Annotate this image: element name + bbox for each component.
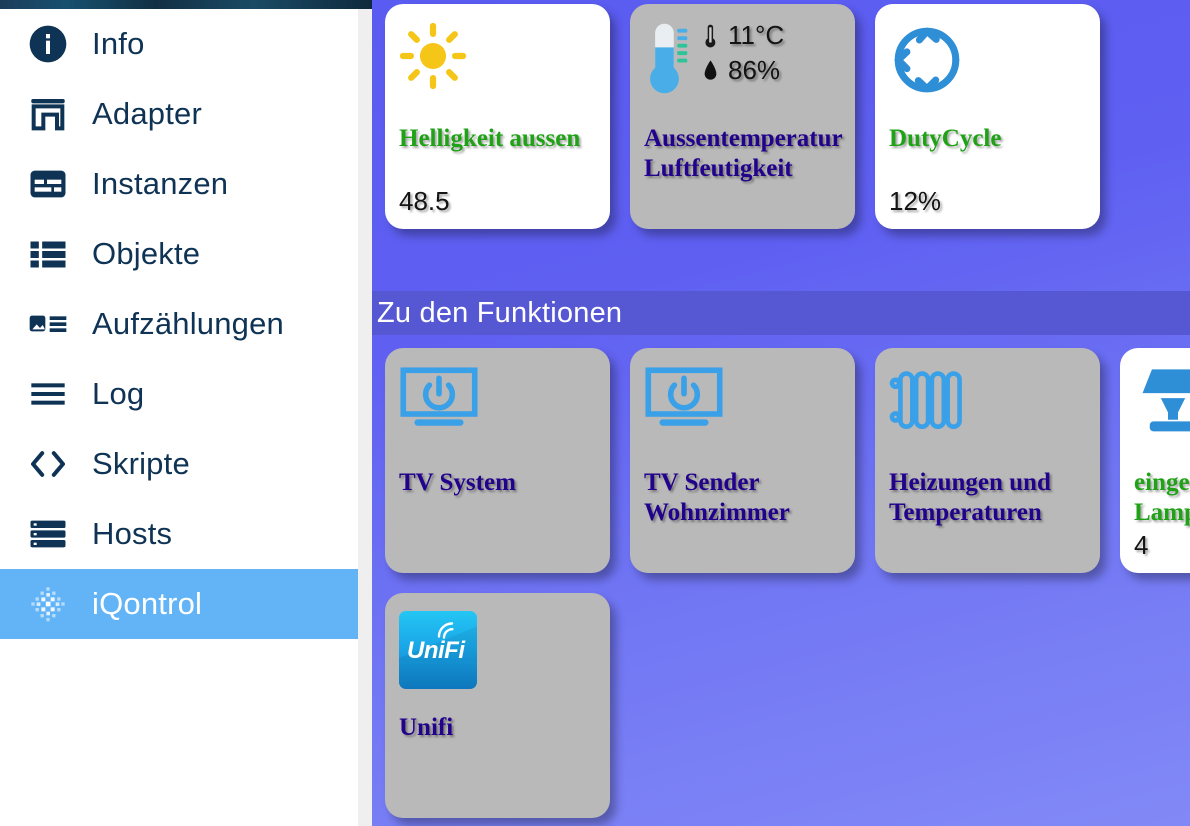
lamp-icon [1134, 366, 1190, 450]
tv-power-icon [399, 366, 596, 450]
function-tile-row-2: UniFi Unifi [372, 573, 1190, 818]
sidebar-item-aufzaehlungen[interactable]: Aufzählungen [0, 289, 358, 359]
sidebar-item-label: Adapter [92, 96, 202, 131]
instances-icon [28, 162, 80, 206]
status-tile-dutycycle[interactable]: DutyCycle 12% [875, 4, 1100, 229]
tile-title: Aussentemperatur Luftfeutigkeit [644, 124, 843, 184]
store-icon [28, 92, 80, 136]
unifi-logo: UniFi [399, 611, 477, 689]
sidebar-item-label: Instanzen [92, 166, 229, 201]
info-icon [28, 22, 80, 66]
list-icon [28, 232, 80, 276]
app-header-strip [0, 0, 372, 9]
section-header-label: Zu den Funktionen [377, 296, 623, 329]
tile-title: DutyCycle [889, 125, 1002, 152]
status-tile-row: Helligkeit aussen 48.5 11°C 86% Aussente… [372, 0, 1190, 229]
status-tile-helligkeit[interactable]: Helligkeit aussen 48.5 [385, 4, 610, 229]
tile-title-line2: Lampen [1134, 499, 1190, 526]
tile-title-line2: Wohnzimmer [644, 499, 790, 526]
tile-value: 48.5 [399, 186, 450, 216]
tile-title-line1: TV Sender [644, 469, 760, 496]
sidebar-item-label: Aufzählungen [92, 306, 285, 341]
tv-power-icon [644, 366, 841, 450]
sidebar-item-label: Info [92, 26, 145, 61]
tile-title-line1: Unifi [399, 714, 454, 741]
sidebar-item-log[interactable]: Log [0, 359, 358, 429]
sidebar-item-info[interactable]: Info [0, 9, 358, 79]
function-tile-tv-system[interactable]: TV System [385, 348, 610, 573]
function-tile-eingeschaltete-lampen[interactable]: eingeschaltete Lampen 4 [1120, 348, 1190, 573]
function-tile-row-1: TV System TV Sender Wohnzimmer Heizungen… [372, 335, 1190, 573]
tile-readings: 11°C 86% [702, 20, 784, 86]
tile-title-line1: Aussentemperatur [644, 125, 843, 152]
sidebar-item-objekte[interactable]: Objekte [0, 219, 358, 289]
tile-value: 4 [1134, 530, 1149, 560]
sun-icon [399, 22, 596, 106]
sidebar-item-hosts[interactable]: Hosts [0, 499, 358, 569]
sidebar-item-iqontrol[interactable]: iQontrol [0, 569, 358, 639]
sidebar-item-label: Skripte [92, 446, 190, 481]
tile-title: TV Sender Wohnzimmer [644, 468, 841, 528]
droplet-glyph [704, 59, 717, 80]
sidebar-item-label: Log [92, 376, 145, 411]
iqontrol-stage: Helligkeit aussen 48.5 11°C 86% Aussente… [372, 0, 1190, 826]
iqontrol-icon [28, 582, 80, 626]
sidebar-item-skripte[interactable]: Skripte [0, 429, 358, 499]
status-tile-aussentemperatur[interactable]: 11°C 86% Aussentemperatur Luftfeutigkeit [630, 4, 855, 229]
tile-title-line1: Heizungen und [889, 469, 1051, 496]
thermometer-icon: 11°C 86% [644, 20, 841, 106]
refresh-cycle-icon [889, 22, 1086, 106]
tile-title: TV System [399, 468, 596, 498]
sidebar-item-adapter[interactable]: Adapter [0, 79, 358, 149]
humidity-value: 86% [728, 55, 781, 85]
temperature-value: 11°C [728, 20, 785, 50]
enum-icon [28, 302, 80, 346]
sidebar-content-gutter [358, 0, 372, 826]
thermometer-glyph [705, 24, 716, 47]
sidebar-item-instanzen[interactable]: Instanzen [0, 149, 358, 219]
tile-title-line2: Temperaturen [889, 499, 1042, 526]
humidity-reading: 86% [702, 55, 784, 86]
tile-title: eingeschaltete Lampen [1134, 468, 1190, 528]
sidebar: Info Adapter Instanzen Objekte Aufzählun… [0, 0, 358, 826]
function-tile-heizungen-temperaturen[interactable]: Heizungen und Temperaturen [875, 348, 1100, 573]
function-tile-unifi[interactable]: UniFi Unifi [385, 593, 610, 818]
function-tile-tv-sender-wohnzimmer[interactable]: TV Sender Wohnzimmer [630, 348, 855, 573]
tile-title: Helligkeit aussen [399, 125, 581, 152]
section-header-funktionen: Zu den Funktionen [372, 291, 1190, 335]
iobroker-iqontrol-page: Info Adapter Instanzen Objekte Aufzählun… [0, 0, 1190, 826]
temperature-reading: 11°C [702, 20, 784, 51]
tile-value: 12% [889, 186, 942, 216]
lines-icon [28, 372, 80, 416]
server-icon [28, 512, 80, 556]
tile-title-line2: Luftfeutigkeit [644, 155, 793, 182]
unifi-wordmark: UniFi [407, 637, 465, 664]
tile-title-line1: TV System [399, 469, 516, 496]
tile-title: Heizungen und Temperaturen [889, 468, 1086, 528]
sidebar-item-label: Objekte [92, 236, 201, 271]
sidebar-item-label: Hosts [92, 516, 173, 551]
code-icon [28, 442, 80, 486]
tile-title: Unifi [399, 713, 596, 743]
sidebar-item-label: iQontrol [92, 586, 203, 621]
radiator-icon [889, 366, 1086, 450]
tile-title-line1: eingeschaltete [1134, 469, 1190, 496]
unifi-logo-icon: UniFi [399, 611, 596, 695]
